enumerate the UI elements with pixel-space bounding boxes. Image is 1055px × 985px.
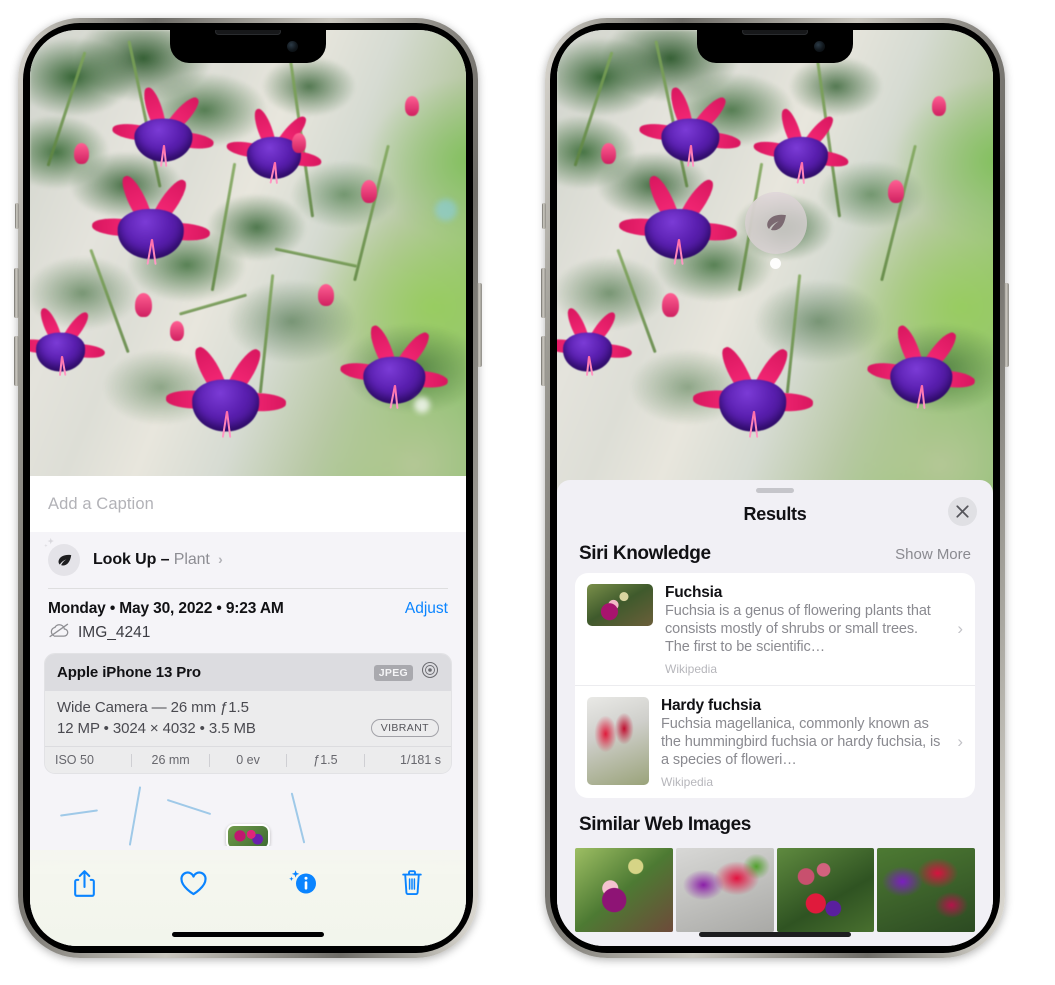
similar-web-images-strip[interactable] [557,847,993,932]
adjust-button[interactable]: Adjust [405,600,448,618]
leaf-icon [44,537,80,576]
similar-image[interactable] [575,847,673,932]
photo-filename: IMG_4241 [78,624,151,641]
results-sheet: Results Siri Knowledge Show More Fuchsia… [557,480,993,946]
image-size-info: 12 MP • 3024 × 4032 • 3.5 MB [57,719,256,737]
delete-button[interactable] [389,864,435,902]
sparkles-icon [41,536,59,559]
siri-knowledge-card: Fuchsia Fuchsia is a genus of flowering … [575,573,975,798]
look-up-subject: Plant [173,551,210,568]
right-phone-device: Results Siri Knowledge Show More Fuchsia… [541,18,1009,958]
share-button[interactable] [62,864,108,902]
show-more-button[interactable]: Show More [895,546,971,563]
exif-shutter: 1/181 s [400,753,442,767]
flower [161,340,291,444]
look-up-row[interactable]: Look Up – Plant › [30,532,466,588]
similar-image[interactable] [877,847,975,932]
right-phone-screen: Results Siri Knowledge Show More Fuchsia… [557,30,993,946]
volume-up-button[interactable] [541,268,546,318]
flower [30,303,109,381]
flower [87,171,215,271]
siri-knowledge-header: Siri Knowledge Show More [557,535,993,573]
flower [614,171,742,271]
knowledge-source: Wikipedia [661,774,714,789]
knowledge-thumbnail [587,584,653,626]
knowledge-description: Fuchsia magellanica, commonly known as t… [661,715,941,768]
aperture-icon [421,661,439,684]
flower [335,321,453,415]
exif-card: Apple iPhone 13 Pro JPEG Wide Camera — 2… [44,653,452,774]
close-button[interactable] [948,497,977,526]
home-indicator[interactable] [172,932,324,937]
map-photo-pin[interactable] [226,824,270,846]
similar-image[interactable] [675,847,774,932]
knowledge-row[interactable]: Fuchsia Fuchsia is a genus of flowering … [575,573,975,685]
format-badge: JPEG [373,664,413,681]
location-map[interactable] [44,786,452,846]
knowledge-title: Hardy fuchsia [661,696,761,714]
volume-down-button[interactable] [14,336,19,386]
earpiece-speaker [215,30,281,35]
flower [749,105,853,189]
lens-info: Wide Camera — 26 mm ƒ1.5 [57,699,249,716]
volume-up-button[interactable] [14,268,19,318]
knowledge-source: Wikipedia [665,661,718,676]
flower [862,321,980,415]
caption-placeholder: Add a Caption [48,494,154,513]
close-icon [956,505,969,518]
exif-exposure: 0 ev [236,753,260,767]
power-button[interactable] [477,283,482,367]
chevron-right-icon: › [957,618,963,638]
earpiece-speaker [742,30,808,35]
photo-toolbar [30,850,466,946]
screenshot-stage: Add a Caption Look Up – Plant › Monday •… [0,0,1055,985]
photo-viewer[interactable] [30,30,466,500]
home-indicator[interactable] [699,932,851,937]
front-camera [287,41,298,52]
photographic-style-badge: VIBRANT [370,719,439,737]
visual-lookup-dot[interactable] [770,258,781,269]
device-notch [170,30,326,63]
exif-iso: ISO 50 [55,753,94,767]
power-button[interactable] [1004,283,1009,367]
visual-lookup-badge[interactable] [745,192,807,254]
exif-focal: 26 mm [151,753,190,767]
favorite-button[interactable] [171,864,217,902]
caption-input[interactable]: Add a Caption [30,476,466,532]
info-button[interactable] [280,864,326,902]
flower [688,340,818,444]
camera-model: Apple iPhone 13 Pro [57,664,201,681]
mute-switch[interactable] [15,203,19,229]
device-notch [697,30,853,63]
sheet-title: Results [743,503,807,524]
section-title: Siri Knowledge [579,543,711,564]
leaf-icon [767,214,786,231]
metadata-section: Monday • May 30, 2022 • 9:23 AM Adjust I… [30,589,466,643]
knowledge-thumbnail [587,696,649,785]
cloud-slash-icon [48,623,70,643]
photo-viewer[interactable] [557,30,993,500]
flower [108,86,218,172]
front-camera [814,41,825,52]
knowledge-description: Fuchsia is a genus of flowering plants t… [665,603,931,655]
left-phone-screen: Add a Caption Look Up – Plant › Monday •… [30,30,466,946]
section-title: Similar Web Images [579,813,751,835]
knowledge-row[interactable]: Hardy fuchsia Fuchsia magellanica, commo… [575,684,975,798]
flower [557,303,636,381]
left-phone-device: Add a Caption Look Up – Plant › Monday •… [14,18,482,958]
look-up-label: Look Up – Plant › [93,551,223,568]
map-pin-thumbnail [228,826,268,846]
flower [635,86,745,172]
similar-web-images-header: Similar Web Images [557,798,993,844]
mute-switch[interactable] [542,203,546,229]
chevron-right-icon: › [957,731,963,751]
exif-settings-row: ISO 50 26 mm 0 ev ƒ1.5 1/181 s [45,746,451,773]
exif-aperture: ƒ1.5 [313,753,338,767]
volume-down-button[interactable] [541,336,546,386]
chevron-right-icon: › [218,551,223,567]
similar-image[interactable] [776,847,875,932]
photo-date: Monday • May 30, 2022 • 9:23 AM [48,600,284,617]
flower [222,105,326,189]
knowledge-title: Fuchsia [665,584,723,601]
